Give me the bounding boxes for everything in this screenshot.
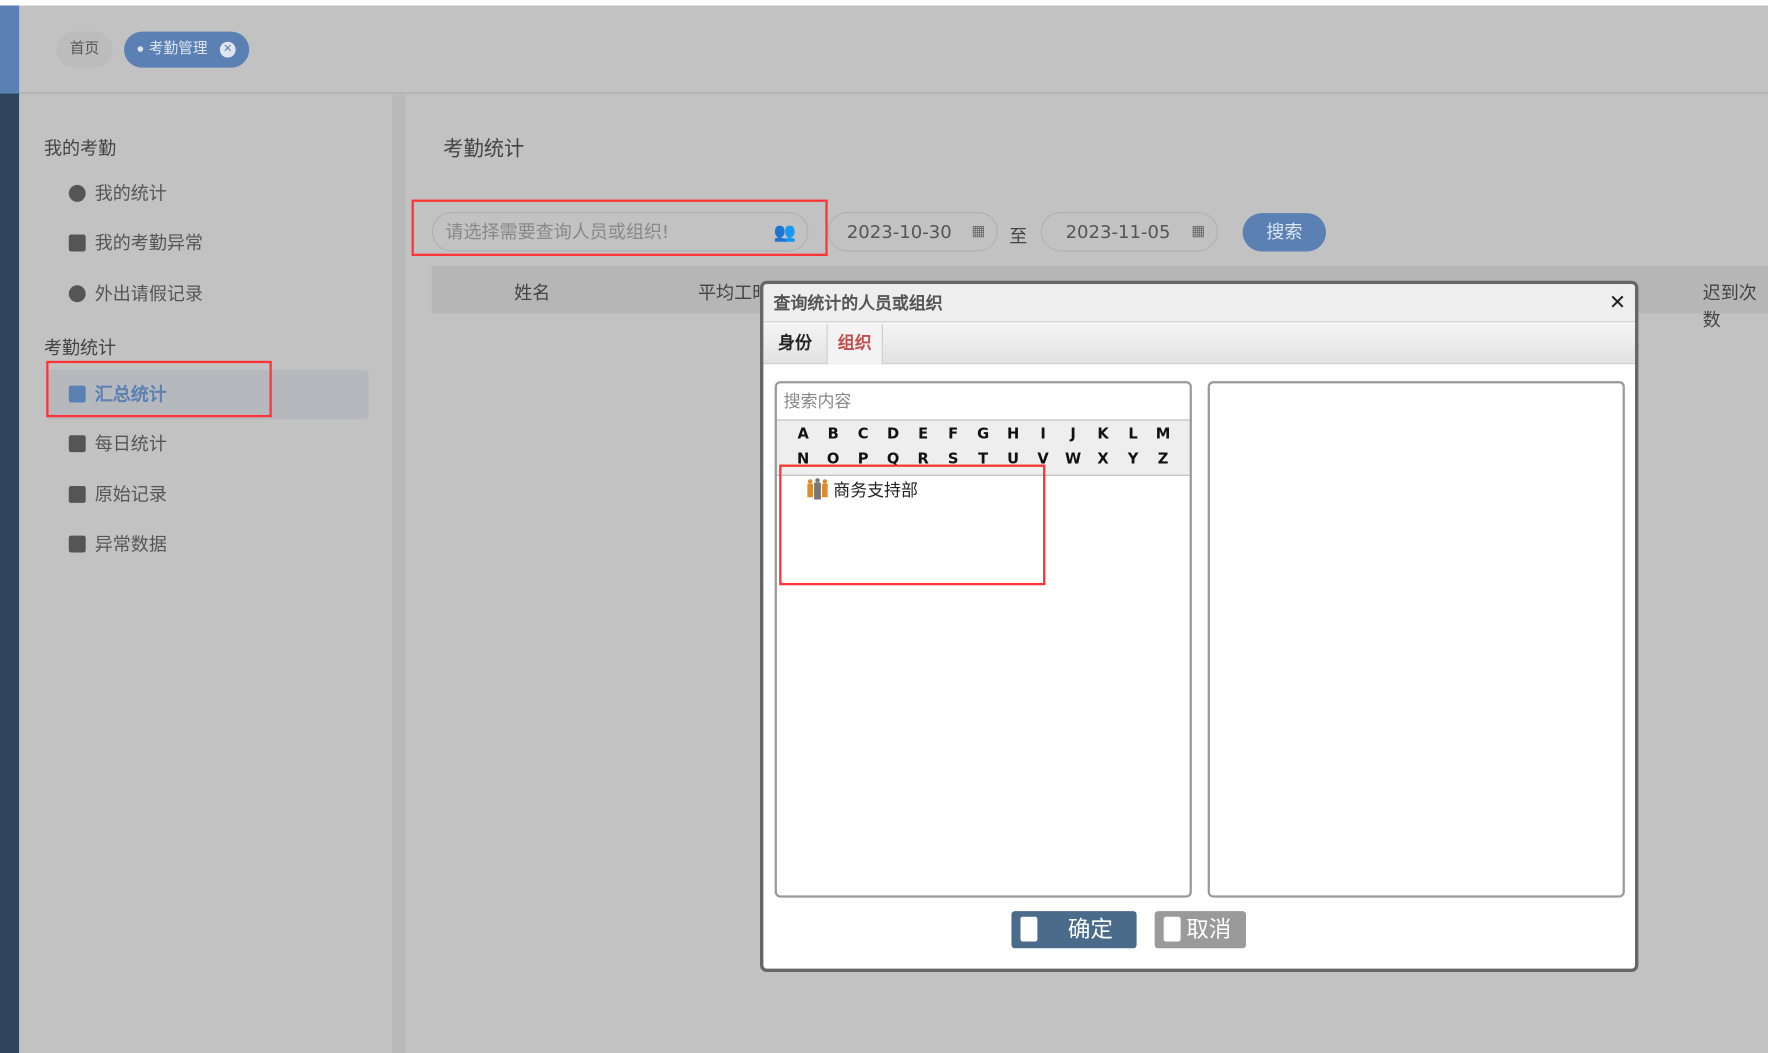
sidebar-item-raw-records[interactable]: 原始记录 — [46, 470, 368, 520]
calendar-icon[interactable]: ▦ — [972, 213, 986, 250]
file-check-icon — [1020, 916, 1038, 942]
left-nav-strip — [0, 5, 20, 1053]
letter-filter-z[interactable]: Z — [1148, 448, 1178, 473]
highlight-box — [411, 199, 828, 256]
dot-icon — [137, 46, 144, 52]
sidebar-section-title: 我的考勤 — [43, 137, 117, 159]
search-input[interactable] — [776, 383, 1190, 421]
letter-filter-b[interactable]: B — [818, 423, 848, 448]
sidebar-item-label: 我的统计 — [94, 182, 167, 205]
sidebar-item-label: 我的考勤异常 — [94, 232, 203, 254]
sidebar-item-label: 每日统计 — [94, 432, 167, 455]
confirm-label: 确定 — [1067, 915, 1113, 943]
date-to-input[interactable]: 2023-11-05 ▦ — [1040, 211, 1218, 252]
letter-filter-k[interactable]: K — [1088, 423, 1118, 448]
selected-items-pane — [1207, 381, 1625, 898]
letter-filter-y[interactable]: Y — [1118, 448, 1148, 473]
letter-filter-i[interactable]: I — [1028, 423, 1058, 448]
alphabet-row: ABCDEFGHIJKLM — [777, 423, 1190, 448]
letter-filter-g[interactable]: G — [968, 423, 998, 448]
logo-area — [0, 5, 20, 94]
clock-icon — [68, 285, 86, 303]
sidebar-item-label: 外出请假记录 — [94, 283, 203, 305]
highlight-box — [779, 464, 1046, 586]
calendar-icon[interactable]: ▦ — [1192, 213, 1206, 250]
tab-attendance-management[interactable]: 考勤管理 ✕ — [124, 31, 250, 68]
sidebar-divider — [392, 94, 406, 1053]
letter-filter-h[interactable]: H — [998, 423, 1028, 448]
sidebar-section-title: 考勤统计 — [43, 337, 117, 359]
letter-filter-c[interactable]: C — [848, 423, 878, 448]
document-icon — [68, 485, 86, 503]
sidebar-item-label: 异常数据 — [94, 533, 167, 555]
letter-filter-d[interactable]: D — [878, 423, 908, 448]
letter-filter-m[interactable]: M — [1148, 423, 1178, 448]
column-header: 姓名 — [514, 281, 551, 304]
dialog-tabs: 身份 组织 — [763, 323, 1636, 365]
select-person-org-dialog: 查询统计的人员或组织 ✕ 身份 组织 ABCDEFGHIJKLM NOPQRSTU… — [760, 280, 1639, 972]
date-to-value: 2023-11-05 — [1065, 221, 1171, 243]
calendar-alert-icon — [68, 234, 86, 252]
folder-icon — [68, 435, 86, 453]
sidebar-item-my-stats[interactable]: 我的统计 — [46, 169, 368, 219]
confirm-button[interactable]: 确定 — [1011, 911, 1137, 949]
cancel-label: 取消 — [1186, 915, 1232, 943]
search-button[interactable]: 搜索 — [1242, 213, 1327, 252]
date-separator: 至 — [1009, 225, 1028, 247]
dialog-header: 查询统计的人员或组织 ✕ — [763, 284, 1636, 323]
letter-filter-e[interactable]: E — [908, 423, 938, 448]
tab-organization[interactable]: 组织 — [826, 323, 883, 365]
letter-filter-j[interactable]: J — [1058, 423, 1088, 448]
letter-filter-f[interactable]: F — [938, 423, 968, 448]
letter-filter-a[interactable]: A — [788, 423, 818, 448]
letter-filter-x[interactable]: X — [1088, 448, 1118, 473]
letter-filter-w[interactable]: W — [1058, 448, 1088, 473]
date-from-value: 2023-10-30 — [846, 221, 952, 243]
column-header: 迟到次数 — [1702, 281, 1757, 331]
calendar-alert-icon — [68, 535, 86, 553]
sidebar-item-daily-stats[interactable]: 每日统计 — [46, 419, 368, 469]
date-from-input[interactable]: 2023-10-30 ▦ — [827, 211, 998, 252]
highlight-box — [46, 360, 272, 418]
tab-bar — [19, 5, 1768, 94]
sidebar-item-exception-data[interactable]: 异常数据 — [46, 520, 368, 570]
sidebar-item-label: 原始记录 — [94, 483, 167, 506]
org-list-pane: ABCDEFGHIJKLM NOPQRSTUVWXYZ 商务支持部 — [774, 381, 1192, 898]
sidebar: 我的考勤 我的统计 我的考勤异常 外出请假记录 考勤统计 汇总统计 每日统计 原… — [19, 94, 393, 1053]
close-tab-icon[interactable]: ✕ — [219, 41, 236, 58]
letter-filter-l[interactable]: L — [1118, 423, 1148, 448]
tab-home[interactable]: 首页 — [56, 31, 113, 68]
tab-label: 考勤管理 — [148, 40, 208, 58]
pie-chart-icon — [68, 184, 86, 202]
close-icon[interactable]: ✕ — [1609, 284, 1626, 322]
cancel-button[interactable]: 取消 — [1154, 911, 1246, 949]
sidebar-item-my-exceptions[interactable]: 我的考勤异常 — [46, 219, 368, 269]
page-title: 考勤统计 — [443, 137, 525, 162]
sidebar-item-leave-records[interactable]: 外出请假记录 — [46, 269, 368, 319]
dialog-title: 查询统计的人员或组织 — [773, 293, 943, 314]
tab-identity[interactable]: 身份 — [768, 324, 822, 365]
file-cancel-icon — [1163, 916, 1181, 942]
